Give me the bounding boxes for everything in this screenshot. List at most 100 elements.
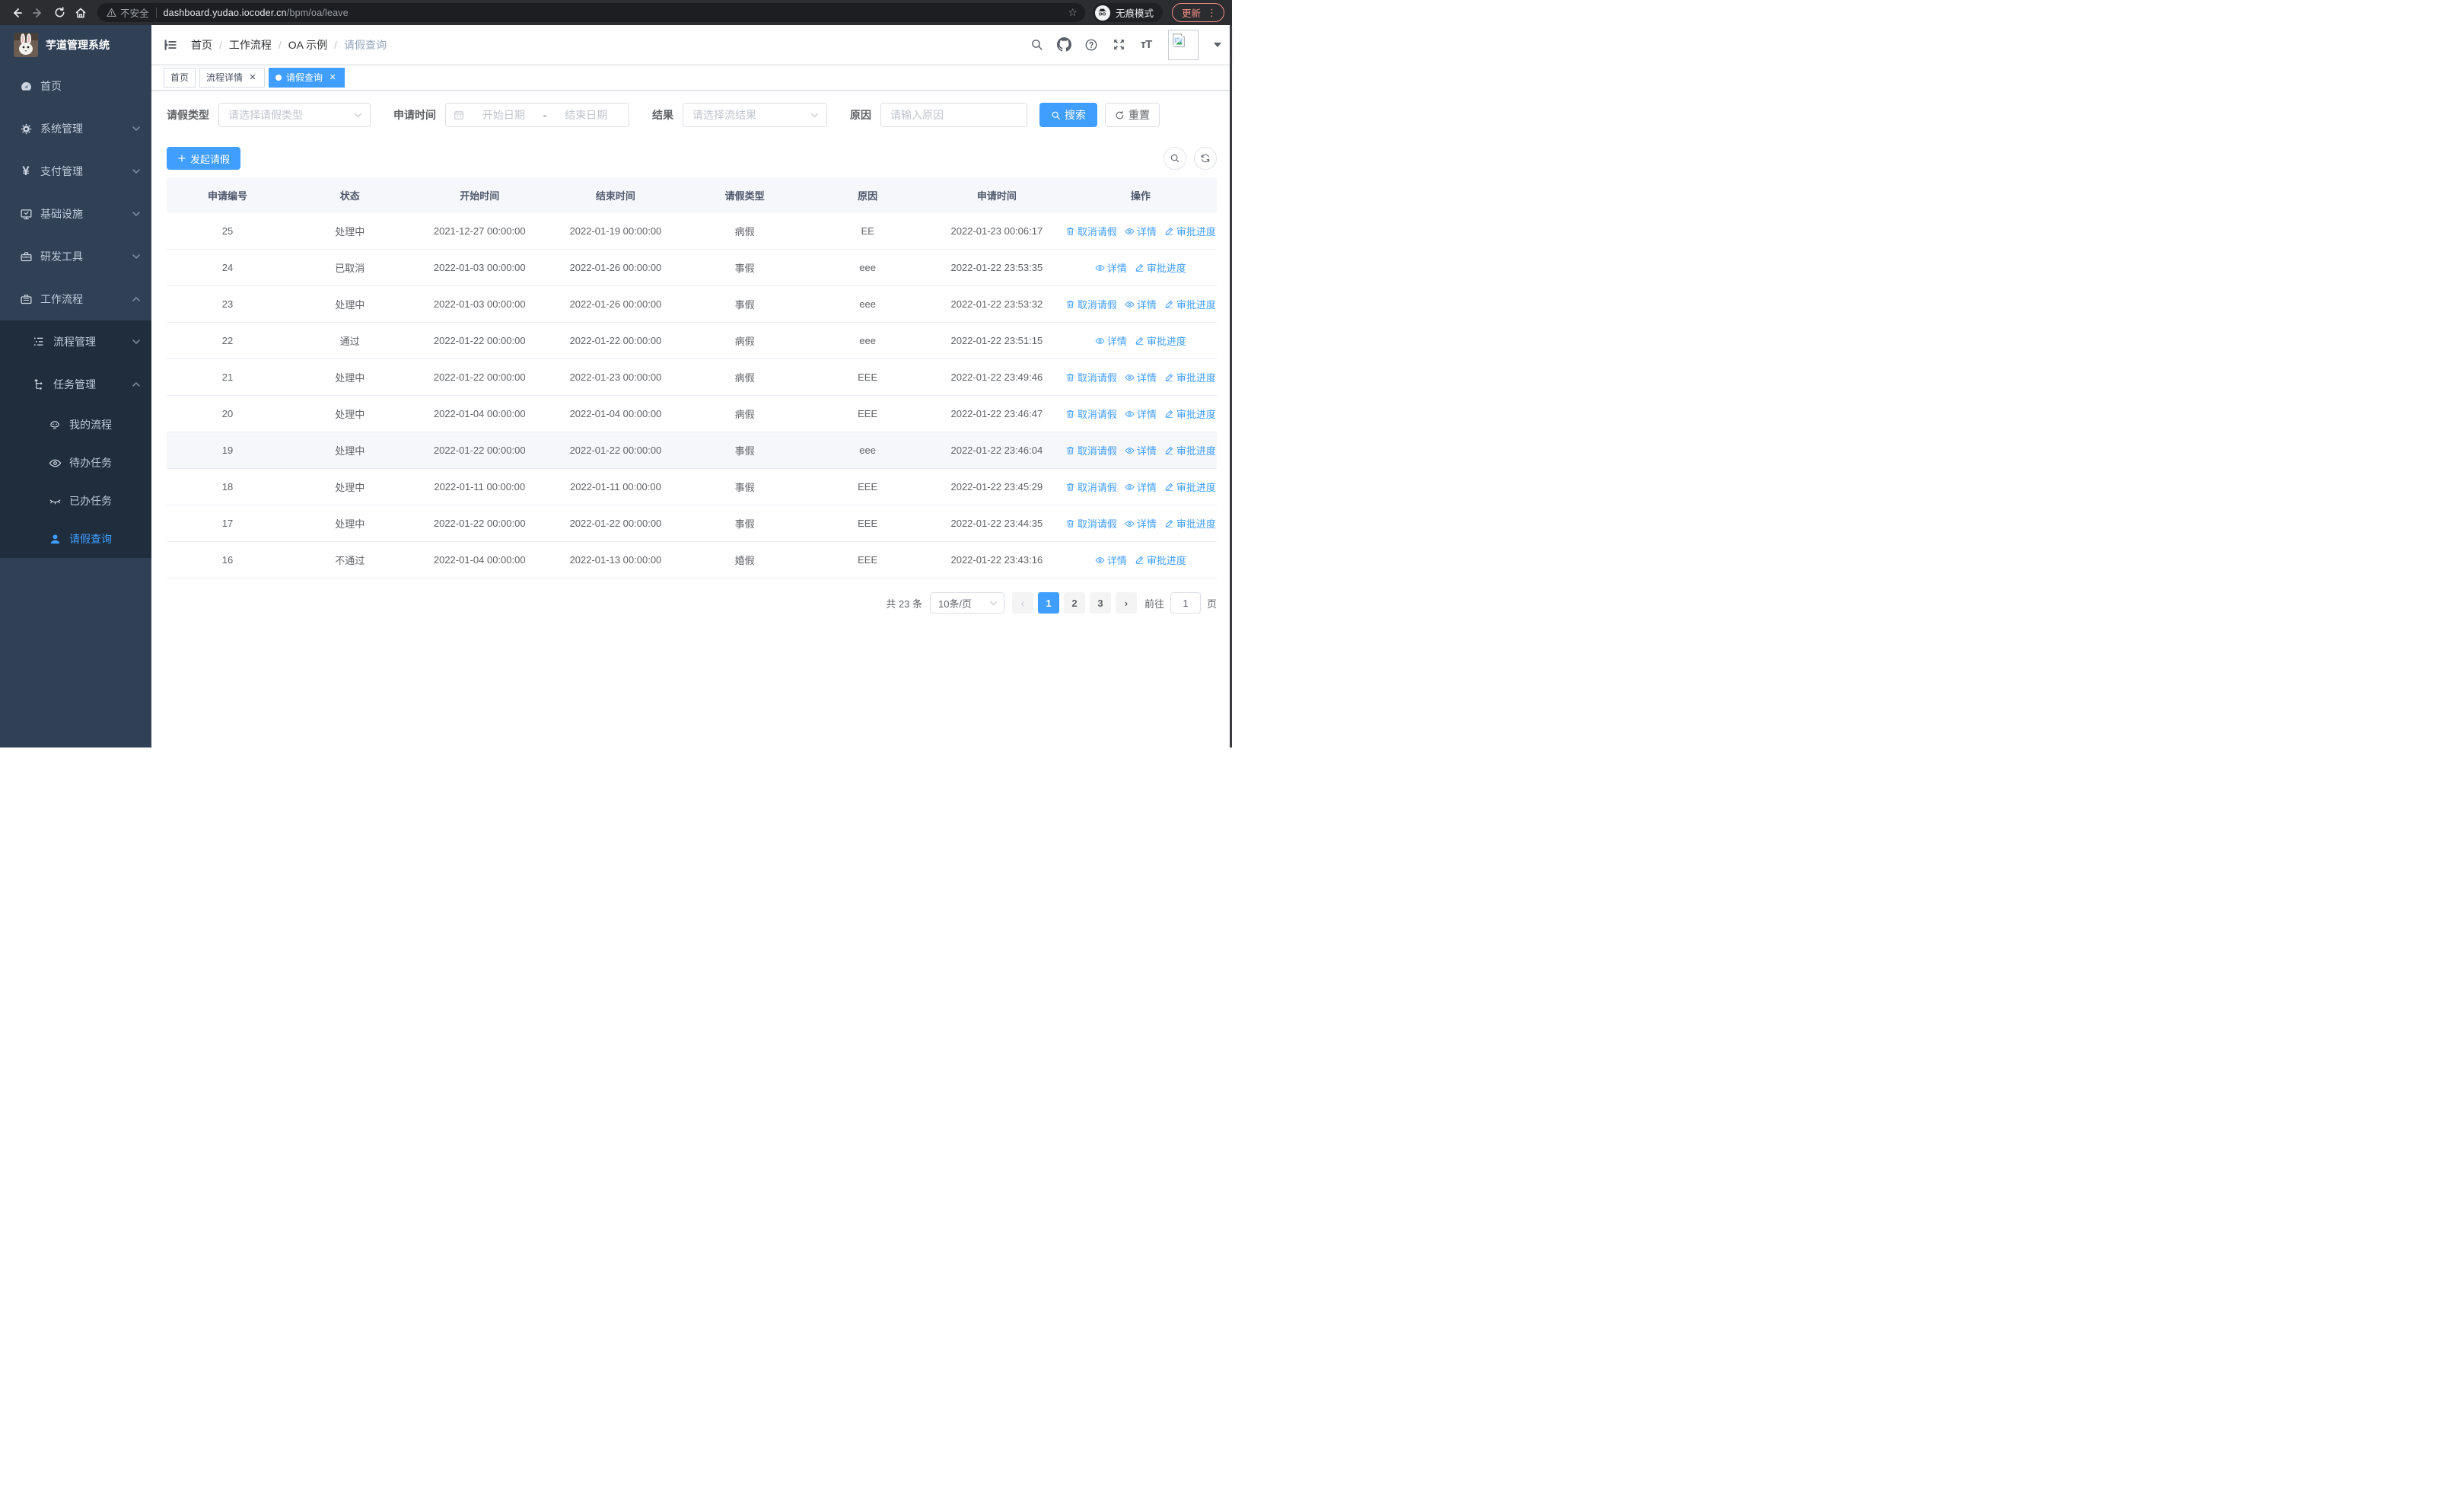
page-button-2[interactable]: 2 [1063,592,1085,614]
action-progress-link[interactable]: 审批进度 [1164,370,1216,384]
font-size-icon[interactable]: ᴛT [1138,37,1154,53]
sidebar-item-infra[interactable]: 基础设施 [0,193,151,235]
tag-home[interactable]: 首页 [164,67,196,88]
close-icon[interactable]: ✕ [327,72,338,83]
bookmark-star-icon[interactable]: ☆ [1068,6,1078,19]
search-icon[interactable] [1028,37,1045,53]
avatar[interactable] [1168,29,1199,60]
address-bar[interactable]: 不安全 dashboard.yudao.iocoder.cn/bpm/oa/le… [97,3,1085,22]
close-icon[interactable]: ✕ [247,72,258,83]
cell-actions: 取消请假 详情 审批进度 [1065,297,1217,311]
action-progress-link[interactable]: 审批进度 [1135,333,1186,348]
collapse-sidebar-icon[interactable] [162,37,179,53]
browser-home-icon[interactable] [70,2,91,24]
sidebar-item-done-tasks[interactable]: 已办任务 [0,482,151,520]
help-icon[interactable] [1083,37,1100,53]
browser-reload-icon[interactable] [49,2,70,24]
action-detail-link[interactable]: 详情 [1125,443,1157,457]
action-detail-link[interactable]: 详情 [1095,553,1127,567]
page-button-1[interactable]: 1 [1037,592,1059,614]
sidebar-item-system[interactable]: 系统管理 [0,107,151,150]
action-cancel-link[interactable]: 取消请假 [1065,297,1117,311]
tag-process-detail[interactable]: 流程详情 ✕ [199,67,266,88]
apply-time-range-picker[interactable]: 开始日期 - 结束日期 [445,103,629,127]
action-progress-link[interactable]: 审批进度 [1164,443,1216,457]
sidebar-item-home[interactable]: 首页 [0,65,151,107]
action-cancel-link[interactable]: 取消请假 [1065,406,1117,421]
security-status[interactable]: 不安全 [107,5,149,20]
breadcrumb-home[interactable]: 首页 [191,37,212,53]
action-progress-link[interactable]: 审批进度 [1164,224,1216,238]
action-detail-link[interactable]: 详情 [1125,370,1157,384]
table-row: 20 处理中 2022-01-04 00:00:00 2022-01-04 00… [167,396,1217,432]
action-progress-link[interactable]: 审批进度 [1135,553,1186,567]
toggle-search-button[interactable] [1164,147,1186,170]
cell-reason: EEE [858,518,878,529]
workflow-submenu: 流程管理 任务管理 我的流程 待办任务 已办任务 请假查询 [0,320,151,558]
eye-icon [1125,447,1135,454]
prev-page-button[interactable]: ‹ [1011,592,1033,614]
page-button-3[interactable]: 3 [1089,592,1111,614]
search-button[interactable]: 搜索 [1039,103,1097,127]
breadcrumb-workflow[interactable]: 工作流程 [229,37,272,53]
sidebar-item-devtools[interactable]: 研发工具 [0,235,151,278]
window-scrollbar-edge[interactable] [1230,25,1232,748]
action-cancel-link[interactable]: 取消请假 [1065,516,1117,531]
cell-start-time: 2022-01-22 00:00:00 [433,335,526,346]
action-cancel-link[interactable]: 取消请假 [1065,370,1117,384]
sidebar-item-task-mgmt[interactable]: 任务管理 [0,363,151,406]
chevron-down-icon [354,111,362,120]
chevron-down-icon [132,209,141,218]
action-cancel-link[interactable]: 取消请假 [1065,443,1117,457]
action-detail-link[interactable]: 详情 [1125,224,1157,238]
action-progress-link[interactable]: 审批进度 [1164,480,1216,494]
cell-status: 处理中 [335,372,365,384]
refresh-table-button[interactable] [1194,147,1217,170]
sidebar-logo[interactable]: 芋道管理系统 [0,25,151,65]
action-progress-link[interactable]: 审批进度 [1135,260,1186,275]
start-date-input[interactable]: 开始日期 [469,107,539,123]
sidebar-item-todo-tasks[interactable]: 待办任务 [0,444,151,482]
github-icon[interactable] [1055,37,1072,53]
sidebar-item-payment[interactable]: ¥ 支付管理 [0,150,151,193]
action-detail-link[interactable]: 详情 [1125,516,1157,531]
action-detail-link[interactable]: 详情 [1125,480,1157,494]
reason-input[interactable]: 请输入原因 [880,103,1027,127]
result-select[interactable]: 请选择流结果 [683,103,827,127]
sidebar-item-workflow[interactable]: 工作流程 [0,278,151,320]
cell-apply-id: 18 [221,481,234,492]
update-button[interactable]: 更新 ⋮ [1171,3,1224,22]
tag-leave-query[interactable]: 请假查询 ✕ [269,67,345,88]
cell-start-time: 2022-01-03 00:00:00 [433,262,526,273]
action-progress-link[interactable]: 审批进度 [1164,297,1216,311]
action-progress-link[interactable]: 审批进度 [1164,406,1216,421]
end-date-input[interactable]: 结束日期 [551,107,621,123]
action-progress-link[interactable]: 审批进度 [1164,516,1216,531]
avatar-dropdown-caret[interactable] [1214,42,1221,47]
leave-table: 申请编号 状态 开始时间 结束时间 请假类型 原因 申请时间 操作 25 处理中… [167,177,1217,579]
action-cancel-link[interactable]: 取消请假 [1065,480,1117,494]
page-size-select[interactable]: 10条/页 [929,592,1004,614]
pagination: 共 23 条 10条/页 ‹ 1 2 3 › 前往 1 页 [167,592,1217,614]
goto-page-input[interactable]: 1 [1170,592,1201,614]
action-detail-link[interactable]: 详情 [1125,406,1157,421]
browser-back-icon[interactable] [6,2,27,24]
browser-menu-icon[interactable]: ⋮ [1207,7,1217,19]
leave-type-select[interactable]: 请选择请假类型 [218,103,371,127]
browser-forward-icon[interactable] [27,2,49,24]
sidebar-item-process-mgmt[interactable]: 流程管理 [0,320,151,363]
trash-icon [1066,519,1074,528]
briefcase-icon [19,292,33,306]
create-leave-button[interactable]: 发起请假 [167,147,241,170]
action-cancel-link[interactable]: 取消请假 [1065,224,1117,238]
cell-apply-time: 2022-01-22 23:53:35 [950,262,1043,273]
breadcrumb-oa[interactable]: OA 示例 [288,37,327,53]
action-detail-link[interactable]: 详情 [1095,260,1127,275]
action-detail-link[interactable]: 详情 [1095,333,1127,348]
action-detail-link[interactable]: 详情 [1125,297,1157,311]
reset-button[interactable]: 重置 [1105,103,1160,127]
next-page-button[interactable]: › [1115,592,1137,614]
sidebar-item-my-process[interactable]: 我的流程 [0,406,151,444]
fullscreen-icon[interactable] [1110,37,1127,53]
sidebar-item-leave-query[interactable]: 请假查询 [0,520,151,558]
